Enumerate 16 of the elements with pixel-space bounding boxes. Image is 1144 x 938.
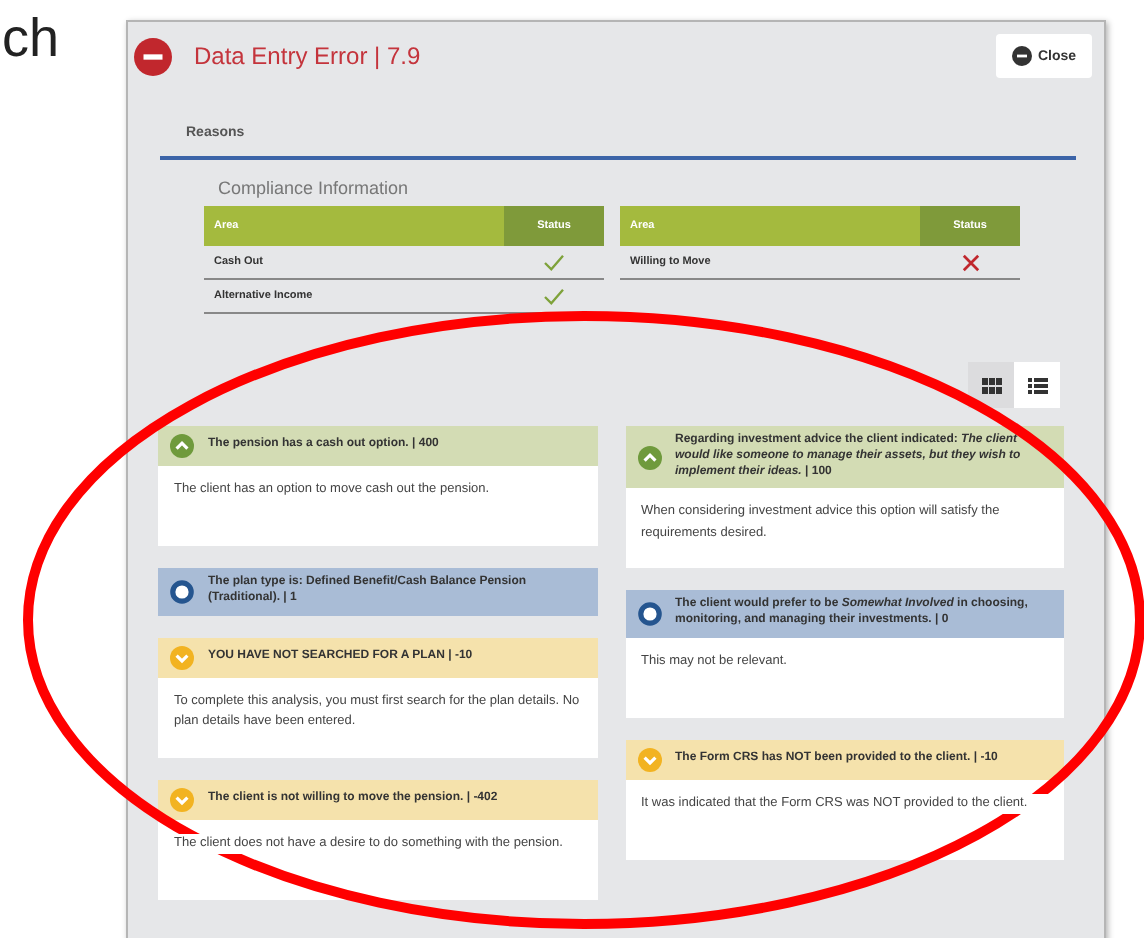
- chevron-up-icon: [637, 445, 661, 470]
- ring-icon: [170, 579, 194, 604]
- document-text: ch: [2, 8, 60, 70]
- list-view-button[interactable]: [1014, 362, 1060, 408]
- list-icon: [1027, 377, 1047, 393]
- grid-icon: [981, 377, 1001, 393]
- chevron-down-icon: [170, 645, 194, 670]
- grid-view-button[interactable]: [968, 362, 1014, 408]
- chevron-up-icon: [170, 434, 194, 458]
- close-icon: [1011, 46, 1032, 66]
- chevron-down-icon: [637, 747, 661, 772]
- chevron-down-icon: [170, 787, 194, 812]
- error-icon: [134, 37, 172, 75]
- window-title: Data Entry Error | 7.9: [194, 42, 423, 70]
- ring-icon: [637, 602, 661, 627]
- section-title: Compliance Information: [218, 178, 411, 198]
